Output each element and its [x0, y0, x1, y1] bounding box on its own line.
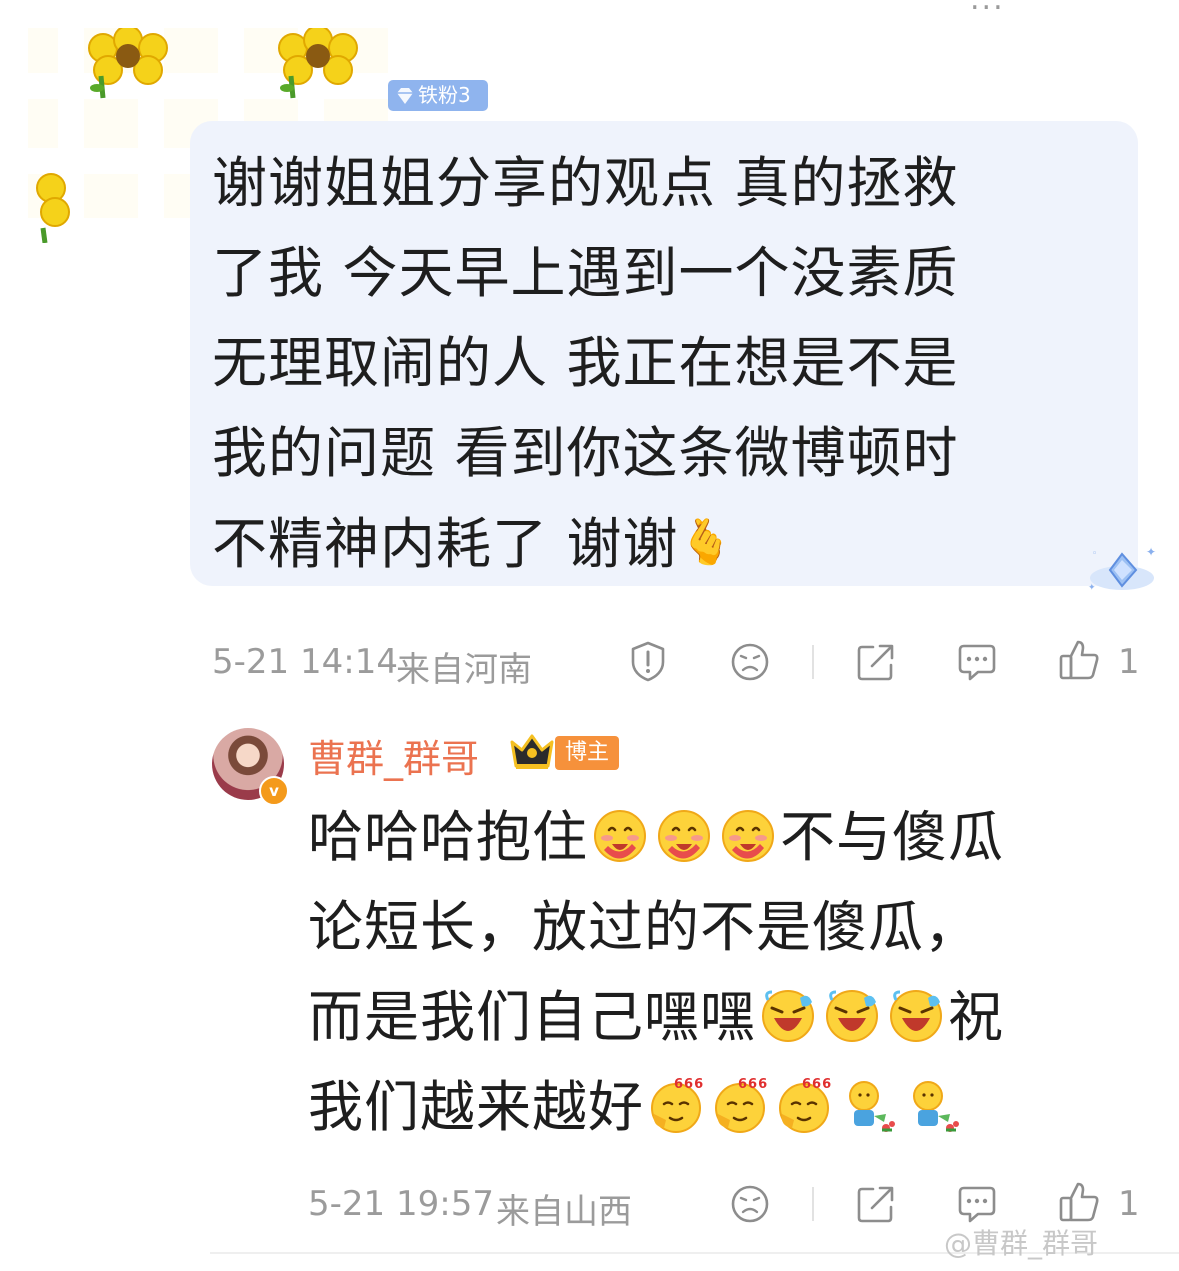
verified-badge: v — [259, 776, 289, 806]
divider-vertical — [812, 645, 814, 679]
svg-text:◦: ◦ — [1092, 549, 1097, 559]
laugh-cry-emoji-icon — [825, 989, 879, 1043]
reply-line-text: 哈哈哈抱住 — [308, 805, 589, 869]
reply-line-text: 我们越来越好 — [308, 1075, 645, 1139]
like-icon[interactable] — [1058, 1180, 1100, 1224]
reply-line: 而是我们自己嘿嘿 祝 — [308, 972, 1108, 1062]
like-count: 1 — [1118, 1184, 1140, 1224]
reply-line: 论短长，放过的不是傻瓜， — [308, 895, 981, 959]
sunflower-icon — [36, 173, 70, 243]
reply-line-text: 不与傻瓜 — [780, 805, 1005, 869]
comment-line: 我的问题 看到你这条微博顿时 — [212, 421, 959, 485]
666-emoji-icon — [714, 1078, 769, 1134]
diamond-icon — [397, 87, 413, 104]
dislike-face-icon[interactable] — [730, 1184, 770, 1224]
sunflower-icon — [278, 28, 358, 99]
comment-icon[interactable] — [956, 1184, 998, 1224]
finger-heart-emoji: 🫰 — [678, 517, 735, 568]
host-badge: 博主 — [555, 736, 620, 770]
reply-line-text: 祝 — [948, 985, 1005, 1049]
reply-line: 我们越来越好 — [308, 1062, 1108, 1152]
svg-text:✦: ✦ — [1088, 583, 1096, 593]
fan-badge-label: 铁粉3 — [418, 83, 471, 107]
comment-line-text: 不精神内耗了 谢谢 — [212, 512, 679, 576]
crown-icon — [510, 734, 554, 769]
like-icon[interactable] — [1058, 638, 1100, 682]
reply-line: 哈哈哈抱住 不与傻瓜 — [308, 792, 1108, 882]
comment-line: 了我 今天早上遇到一个没素质 — [212, 241, 959, 305]
comment-text: 谢谢姐姐分享的观点 真的拯救 了我 今天早上遇到一个没素质 无理取闹的人 我正在… — [212, 138, 1092, 589]
divider-vertical — [812, 1187, 814, 1221]
report-icon[interactable] — [628, 640, 668, 682]
reply-time: 5-21 19:57 — [308, 1184, 494, 1224]
comment-time: 5-21 14:14 — [212, 642, 398, 682]
hug-emoji-icon — [657, 809, 711, 863]
bubble-diamond-icon: ✦ ◦ ✦ — [1088, 545, 1156, 593]
comment-line: 不精神内耗了 谢谢🫰 — [212, 498, 1092, 589]
comment-line: 谢谢姐姐分享的观点 真的拯救 — [212, 151, 959, 215]
cutoff-text: ... — [970, 0, 1005, 17]
comment-location: 来自河南 — [396, 650, 532, 690]
laugh-cry-emoji-icon — [761, 989, 815, 1043]
hug-emoji-icon — [593, 809, 647, 863]
fan-badge[interactable]: 铁粉3 — [388, 80, 488, 111]
share-icon[interactable] — [856, 642, 896, 682]
watering-emoji-icon — [912, 1080, 961, 1134]
laugh-cry-emoji-icon — [889, 989, 943, 1043]
reply-text: 哈哈哈抱住 不与傻瓜 论短长，放过的不是傻瓜， 而是我们自己嘿嘿 祝 我们越来越好 — [308, 792, 1108, 1152]
reply-username[interactable]: 曹群_群哥 — [308, 728, 479, 783]
share-icon[interactable] — [856, 1184, 896, 1224]
svg-text:✦: ✦ — [1146, 545, 1156, 559]
reply-location: 来自山西 — [496, 1192, 632, 1232]
hug-emoji-icon — [721, 809, 775, 863]
reply-line-text: 而是我们自己嘿嘿 — [308, 985, 757, 1049]
comment-line: 无理取闹的人 我正在想是不是 — [212, 331, 959, 395]
666-emoji-icon — [778, 1078, 833, 1134]
like-count: 1 — [1118, 642, 1140, 682]
dislike-face-icon[interactable] — [730, 642, 770, 682]
watering-emoji-icon — [848, 1080, 897, 1134]
comment-icon[interactable] — [956, 642, 998, 682]
666-emoji-icon — [650, 1078, 705, 1134]
sunflower-icon — [88, 28, 168, 99]
watermark: @曹群_群哥 — [944, 1227, 1099, 1260]
